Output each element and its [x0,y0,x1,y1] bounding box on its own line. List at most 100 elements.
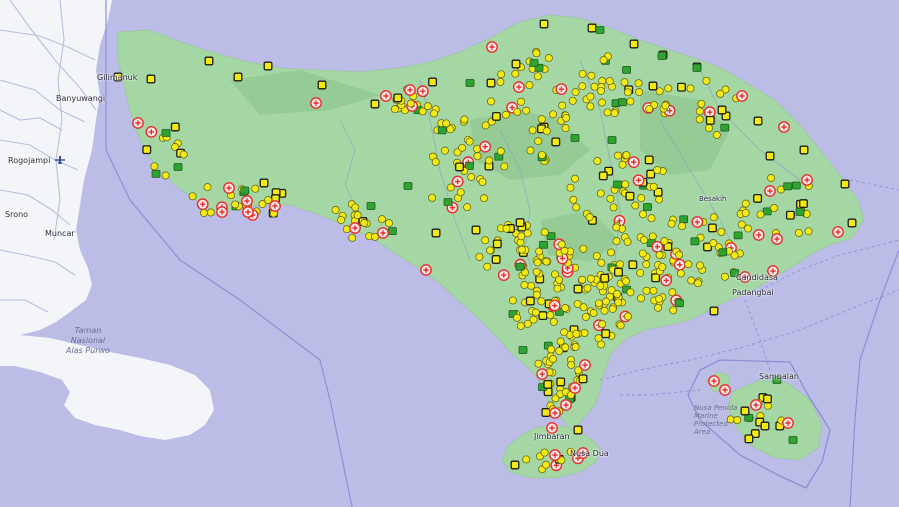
pharmacy-icon[interactable] [622,66,631,74]
poi-dot-icon[interactable] [483,262,492,271]
poi-dot-icon[interactable] [637,194,646,203]
poi-dot-icon[interactable] [553,284,562,293]
poi-dot-icon[interactable] [794,228,803,237]
poi-dot-icon[interactable] [428,193,437,202]
poi-dot-icon[interactable] [686,84,695,93]
pharmacy-icon[interactable] [679,215,689,224]
poi-dot-icon[interactable] [535,247,544,256]
poi-dot-icon[interactable] [730,251,739,260]
hospital-icon[interactable] [269,200,281,212]
hospital-icon[interactable] [703,106,716,119]
clinic-icon[interactable] [511,59,521,69]
hospital-icon[interactable] [548,299,561,312]
poi-dot-icon[interactable] [702,76,711,85]
poi-dot-icon[interactable] [634,79,643,88]
clinic-icon[interactable] [233,72,243,82]
poi-dot-icon[interactable] [596,281,605,290]
poi-dot-icon[interactable] [390,105,399,114]
poi-dot-icon[interactable] [348,233,357,242]
hospital-icon[interactable] [673,258,686,271]
poi-dot-icon[interactable] [456,188,465,197]
pharmacy-icon[interactable] [443,198,453,206]
clinic-icon[interactable] [709,306,719,316]
poi-dot-icon[interactable] [478,177,487,186]
poi-dot-icon[interactable] [695,107,704,116]
poi-dot-icon[interactable] [741,199,750,208]
poi-dot-icon[interactable] [549,354,557,363]
poi-dot-icon[interactable] [541,460,550,469]
poi-dot-icon[interactable] [513,313,522,322]
pharmacy-icon[interactable] [643,203,652,211]
clinic-icon[interactable] [515,218,525,228]
poi-dot-icon[interactable] [716,89,725,98]
poi-dot-icon[interactable] [642,260,651,269]
poi-dot-icon[interactable] [610,109,619,118]
clinic-icon[interactable] [541,408,551,417]
poi-dot-icon[interactable] [664,84,673,93]
pharmacy-icon[interactable] [718,248,728,257]
pharmacy-icon[interactable] [387,227,397,236]
clinic-icon[interactable] [146,74,156,84]
poi-dot-icon[interactable] [567,360,576,369]
poi-dot-icon[interactable] [622,151,631,160]
poi-dot-icon[interactable] [458,143,467,152]
poi-dot-icon[interactable] [668,288,677,297]
poi-dot-icon[interactable] [517,245,526,254]
poi-dot-icon[interactable] [586,274,595,283]
poi-dot-icon[interactable] [540,228,549,237]
clinic-icon[interactable] [740,406,750,416]
clinic-icon[interactable] [785,210,795,220]
pharmacy-icon[interactable] [465,79,475,87]
poi-dot-icon[interactable] [423,102,432,111]
clinic-icon[interactable] [763,394,772,404]
poi-dot-icon[interactable] [231,200,240,209]
map-canvas[interactable] [0,0,899,507]
clinic-icon[interactable] [644,155,654,165]
poi-dot-icon[interactable] [532,268,541,276]
clinic-icon[interactable] [614,267,623,277]
poi-dot-icon[interactable] [161,171,170,180]
poi-dot-icon[interactable] [687,276,696,285]
poi-dot-icon[interactable] [542,127,551,136]
poi-dot-icon[interactable] [767,174,775,182]
poi-dot-icon[interactable] [645,104,654,113]
poi-dot-icon[interactable] [586,102,595,111]
poi-dot-icon[interactable] [513,107,522,116]
poi-dot-icon[interactable] [557,240,566,249]
pharmacy-icon[interactable] [518,346,528,354]
clinic-icon[interactable] [847,218,857,228]
pharmacy-icon[interactable] [151,169,161,178]
hospital-icon[interactable] [132,117,144,129]
poi-dot-icon[interactable] [612,223,621,232]
poi-dot-icon[interactable] [579,303,588,312]
clinic-icon[interactable] [765,151,775,161]
poi-dot-icon[interactable] [597,258,606,267]
pharmacy-icon[interactable] [570,134,580,142]
poi-dot-icon[interactable] [467,173,476,181]
map-view[interactable]: Gilimanuk Banyuwangi Rogojampi Srono Mun… [0,0,899,507]
poi-dot-icon[interactable] [566,183,575,192]
poi-dot-icon[interactable] [705,124,713,133]
pharmacy-icon[interactable] [515,262,525,271]
poi-dot-icon[interactable] [620,78,629,87]
hospital-icon[interactable] [404,84,416,96]
poi-dot-icon[interactable] [648,232,657,241]
poi-dot-icon[interactable] [351,203,360,212]
hospital-icon[interactable] [420,264,432,276]
poi-dot-icon[interactable] [642,286,651,295]
poi-dot-icon[interactable] [678,222,686,231]
clinic-icon[interactable] [629,39,639,49]
poi-dot-icon[interactable] [531,308,540,317]
hospital-icon[interactable] [752,229,765,241]
poi-dot-icon[interactable] [446,125,455,134]
hospital-icon[interactable] [750,399,762,411]
hospital-icon[interactable] [555,83,568,96]
poi-dot-icon[interactable] [385,219,394,228]
clinic-icon[interactable] [491,255,501,264]
hospital-icon[interactable] [579,359,591,371]
poi-dot-icon[interactable] [720,272,729,281]
poi-dot-icon[interactable] [481,121,490,130]
pharmacy-icon[interactable] [692,64,702,72]
clinic-icon[interactable] [598,171,608,181]
clinic-icon[interactable] [556,377,566,387]
